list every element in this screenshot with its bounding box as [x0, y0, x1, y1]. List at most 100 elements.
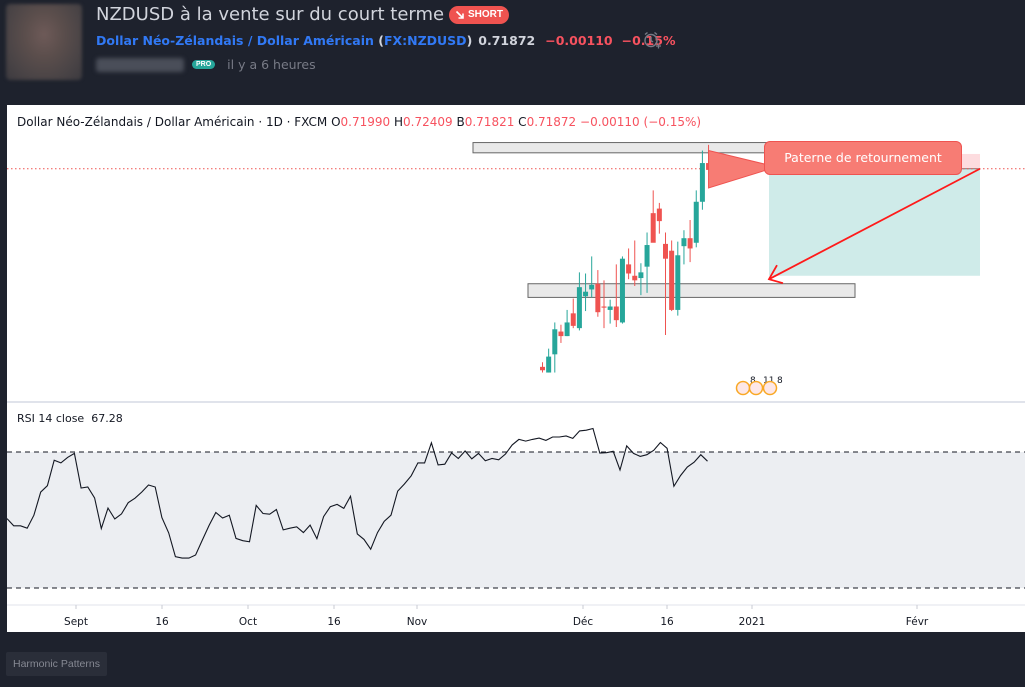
time-tick-label: Févr	[906, 616, 929, 628]
candle-body	[656, 208, 662, 222]
event-count: 8	[777, 376, 783, 386]
symbol-ticker-link[interactable]: FX:NZDUSD	[384, 33, 467, 48]
candle[interactable]	[583, 273, 589, 312]
idea-header: NZDUSD à la vente sur du court terme SHO…	[0, 0, 1025, 100]
last-price: 0.71872	[478, 33, 536, 48]
legend-change: −0.00110 (−0.15%)	[580, 115, 702, 129]
us-flag-event-icon[interactable]	[748, 380, 764, 396]
candle[interactable]	[632, 240, 638, 287]
legend-high-value: 0.72409	[403, 115, 453, 129]
candle[interactable]	[669, 240, 675, 312]
legend-high-label: H	[394, 115, 404, 129]
economic-events[interactable]: 8118	[735, 376, 784, 396]
candle-body	[638, 272, 644, 279]
legend-low-value: 0.71821	[464, 115, 515, 129]
candle[interactable]	[681, 230, 687, 265]
legend-open-label: O	[331, 115, 341, 129]
candle-body	[552, 329, 558, 355]
symbol-row: Dollar Néo-Zélandais / Dollar Américain …	[96, 33, 675, 48]
candle[interactable]	[595, 270, 601, 317]
rsi-pane	[7, 427, 1025, 589]
rsi-value: 67.28	[91, 412, 123, 425]
candle[interactable]	[675, 241, 681, 316]
candle-body	[564, 322, 570, 337]
candle[interactable]	[576, 272, 582, 331]
short-badge: SHORT	[449, 6, 509, 24]
price-pane: 8118	[7, 142, 1025, 396]
price-series	[7, 142, 1025, 373]
symbol-name-link[interactable]: Dollar Néo-Zélandais / Dollar Américain	[96, 33, 374, 48]
candle[interactable]	[558, 324, 564, 343]
legend-symbol: Dollar Néo-Zélandais / Dollar Américain …	[17, 115, 328, 129]
candle-body	[576, 287, 582, 329]
reversal-callout[interactable]: Paterne de retournement	[764, 141, 962, 175]
candle-body	[681, 238, 687, 247]
candle-body	[632, 275, 638, 281]
rsi-legend: RSI 14 close 67.28	[17, 412, 123, 425]
published-time: il y a 6 heures	[227, 57, 316, 72]
short-badge-label: SHORT	[468, 9, 503, 20]
legend-low-label: B	[456, 115, 465, 129]
tag-harmonic-patterns[interactable]: Harmonic Patterns	[6, 652, 107, 676]
candle-body	[583, 291, 589, 297]
chart-container[interactable]: 8118 Sept 16 Oct 16 Nov Déc 16 2021 Févr Dollar …	[7, 105, 1025, 632]
candle-body	[601, 306, 607, 308]
candle-body	[619, 258, 625, 323]
legend-open-value: 0.71990	[340, 115, 391, 129]
candle-body	[663, 243, 668, 259]
candle[interactable]	[626, 248, 632, 280]
candle-body	[650, 213, 656, 243]
candle[interactable]	[564, 309, 570, 337]
rsi-label: RSI 14 close	[17, 412, 85, 425]
time-tick-label: Déc	[573, 616, 594, 628]
us-flag-event-icon[interactable]	[762, 380, 778, 396]
time-tick-label: 2021	[739, 616, 766, 628]
arrow-down-right-icon	[455, 10, 464, 19]
candle-body	[675, 255, 681, 310]
rsi-band-background	[7, 452, 1025, 588]
alarm-clock-plus-icon[interactable]	[642, 30, 662, 50]
us-flag-event-icon[interactable]	[735, 380, 751, 396]
candle-body	[558, 331, 564, 337]
candle[interactable]	[540, 362, 545, 373]
time-tick-label: Nov	[407, 616, 428, 628]
candle[interactable]	[607, 299, 613, 324]
candle[interactable]	[687, 219, 693, 263]
candle[interactable]	[570, 298, 576, 329]
candle-body	[595, 283, 601, 313]
candle-body	[613, 306, 619, 321]
legend-close-label: C	[518, 115, 527, 129]
price-change: −0.00110	[545, 33, 613, 48]
time-tick-label: 16	[155, 616, 169, 628]
candle-body	[626, 264, 632, 274]
candle[interactable]	[656, 202, 662, 234]
time-axis[interactable]: Sept 16 Oct 16 Nov Déc 16 2021 Févr	[64, 605, 929, 628]
idea-title: NZDUSD à la vente sur du court terme	[96, 4, 445, 25]
candle[interactable]	[546, 348, 552, 373]
time-tick-label: 16	[327, 616, 341, 628]
candle-body	[669, 250, 675, 310]
candle-body	[540, 366, 545, 371]
candle-body	[570, 313, 576, 326]
author-username[interactable]	[96, 57, 184, 72]
candle-body	[546, 356, 552, 373]
candle[interactable]	[699, 150, 705, 210]
candle-body	[687, 238, 693, 249]
pro-badge: PRO	[192, 60, 216, 69]
time-tick-label: Oct	[239, 616, 257, 628]
paren-close: )	[466, 33, 473, 48]
candle-body	[589, 284, 595, 290]
candle-body	[607, 306, 613, 310]
candle-body	[699, 163, 705, 202]
time-tick-label: 16	[660, 616, 674, 628]
candle[interactable]	[619, 256, 625, 324]
candle[interactable]	[552, 322, 558, 373]
legend-close-value: 0.71872	[526, 115, 577, 129]
candle-body	[693, 201, 699, 243]
idea-thumbnail[interactable]	[6, 4, 82, 80]
time-tick-label: Sept	[64, 616, 88, 628]
paren-open: (	[373, 33, 384, 48]
candle[interactable]	[650, 190, 656, 243]
chart-canvas[interactable]: 8118 Sept 16 Oct 16 Nov Déc 16 2021 Févr	[7, 105, 1025, 632]
candle[interactable]	[693, 190, 699, 248]
